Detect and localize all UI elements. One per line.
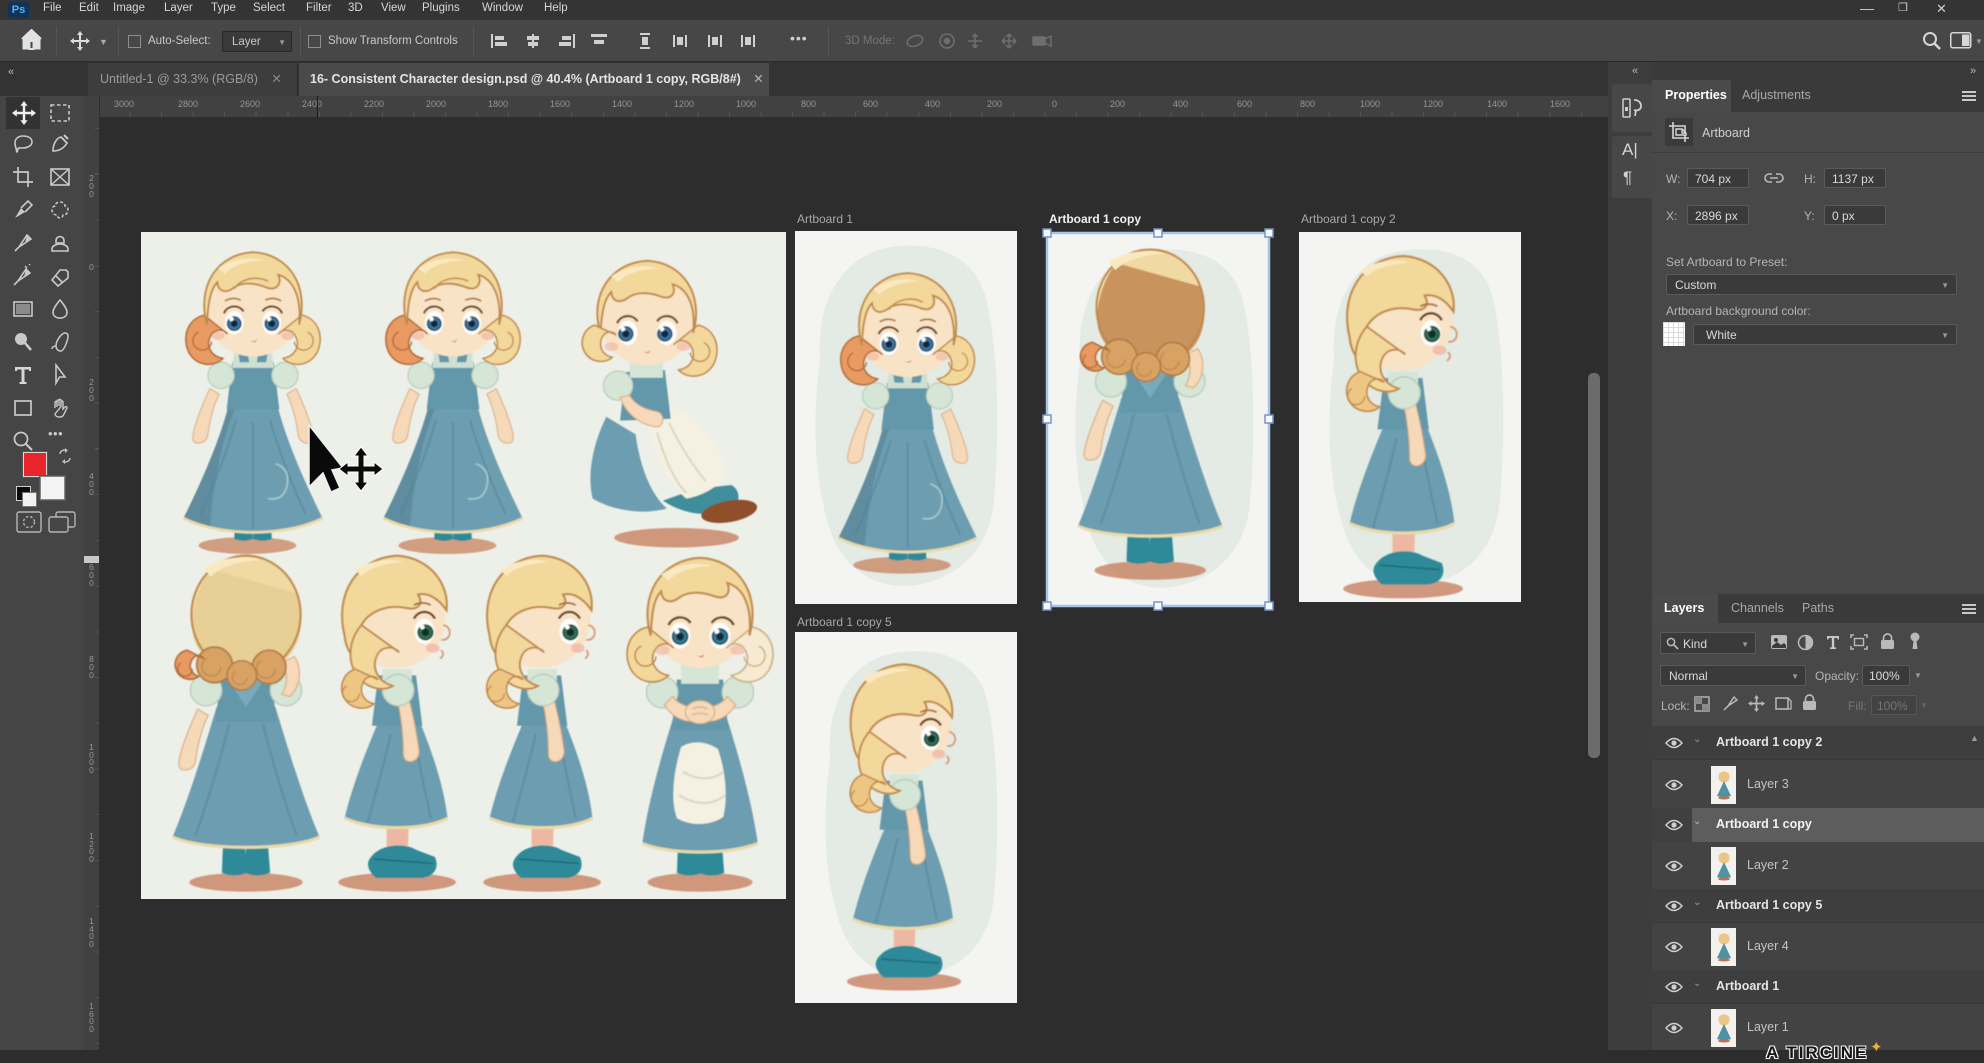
- svg-text:Artboard 1: Artboard 1: [797, 212, 853, 226]
- svg-text:Artboard 1 copy: Artboard 1 copy: [1049, 212, 1141, 226]
- svg-text:Artboard 1 copy 5: Artboard 1 copy 5: [797, 615, 892, 629]
- svg-text:Artboard 1 copy 2: Artboard 1 copy 2: [1301, 212, 1396, 226]
